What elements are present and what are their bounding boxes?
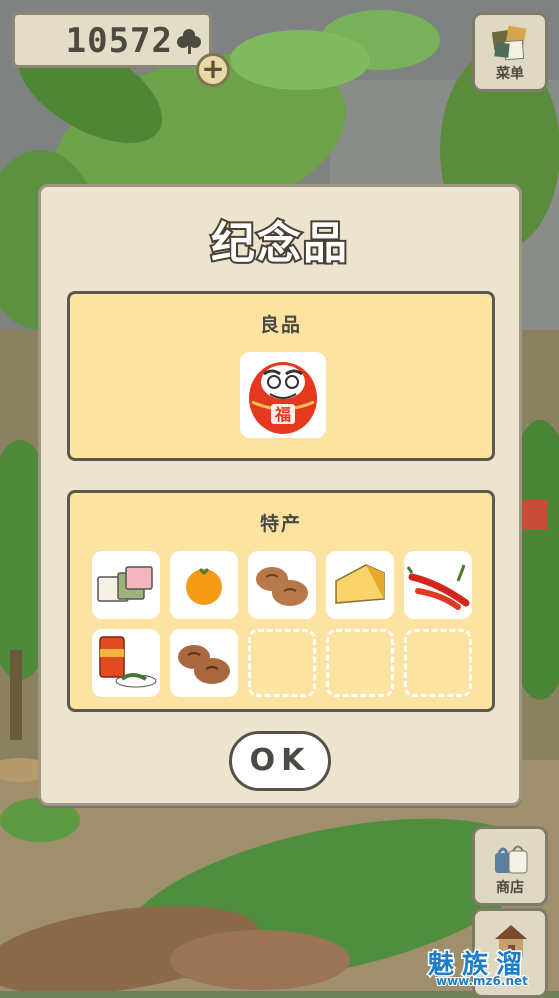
item-slot-manju[interactable]	[170, 629, 238, 697]
item-slot-empty	[248, 629, 316, 697]
dialog-title: 纪念品	[209, 216, 349, 271]
clover-counter: 10572	[12, 12, 212, 68]
mandarin-orange-icon	[186, 567, 222, 605]
good-items-title: 良品	[259, 314, 302, 336]
daruma-fu-label: 福	[274, 405, 291, 424]
souvenir-dialog: 纪念品 良品 福 特产 OK	[38, 184, 522, 806]
item-slot-peppers[interactable]	[404, 551, 472, 619]
item-slot-orange[interactable]	[170, 551, 238, 619]
menu-label: 菜单	[496, 66, 524, 82]
specialties-panel: 特产	[67, 490, 495, 712]
item-slot-tea[interactable]	[92, 629, 160, 697]
good-items-panel: 良品 福	[67, 291, 495, 461]
menu-button[interactable]: 菜单	[472, 12, 548, 92]
clover-icon	[175, 27, 203, 55]
item-slot-mochi[interactable]	[92, 551, 160, 619]
item-slot-empty	[404, 629, 472, 697]
cheese-wedge-icon	[335, 564, 385, 604]
ok-button[interactable]: OK	[229, 731, 331, 791]
plus-icon: +	[201, 52, 225, 85]
mochi-sweets-icon	[97, 566, 153, 602]
manju-buns-icon	[178, 645, 230, 684]
item-slot-buns[interactable]	[248, 551, 316, 619]
specialties-title: 特产	[259, 513, 302, 535]
canned-tea-icon	[99, 636, 157, 688]
steamed-buns-icon	[256, 567, 308, 606]
menu-cards-icon	[491, 25, 527, 61]
clover-count: 10572	[65, 21, 173, 61]
daruma-doll-icon: 福	[249, 362, 317, 434]
add-clover-button[interactable]: +	[196, 53, 230, 87]
watermark-url: www.mz6.net	[435, 973, 529, 989]
shop-button[interactable]: 商店	[472, 826, 548, 906]
item-slot-daruma[interactable]: 福	[240, 352, 326, 438]
shop-bags-icon	[495, 845, 528, 874]
red-peppers-icon	[406, 564, 470, 610]
item-slot-cheese[interactable]	[326, 551, 394, 619]
watermark: 魅族溜 www.mz6.net	[422, 946, 559, 992]
shop-label: 商店	[496, 880, 524, 896]
item-slot-empty	[326, 629, 394, 697]
